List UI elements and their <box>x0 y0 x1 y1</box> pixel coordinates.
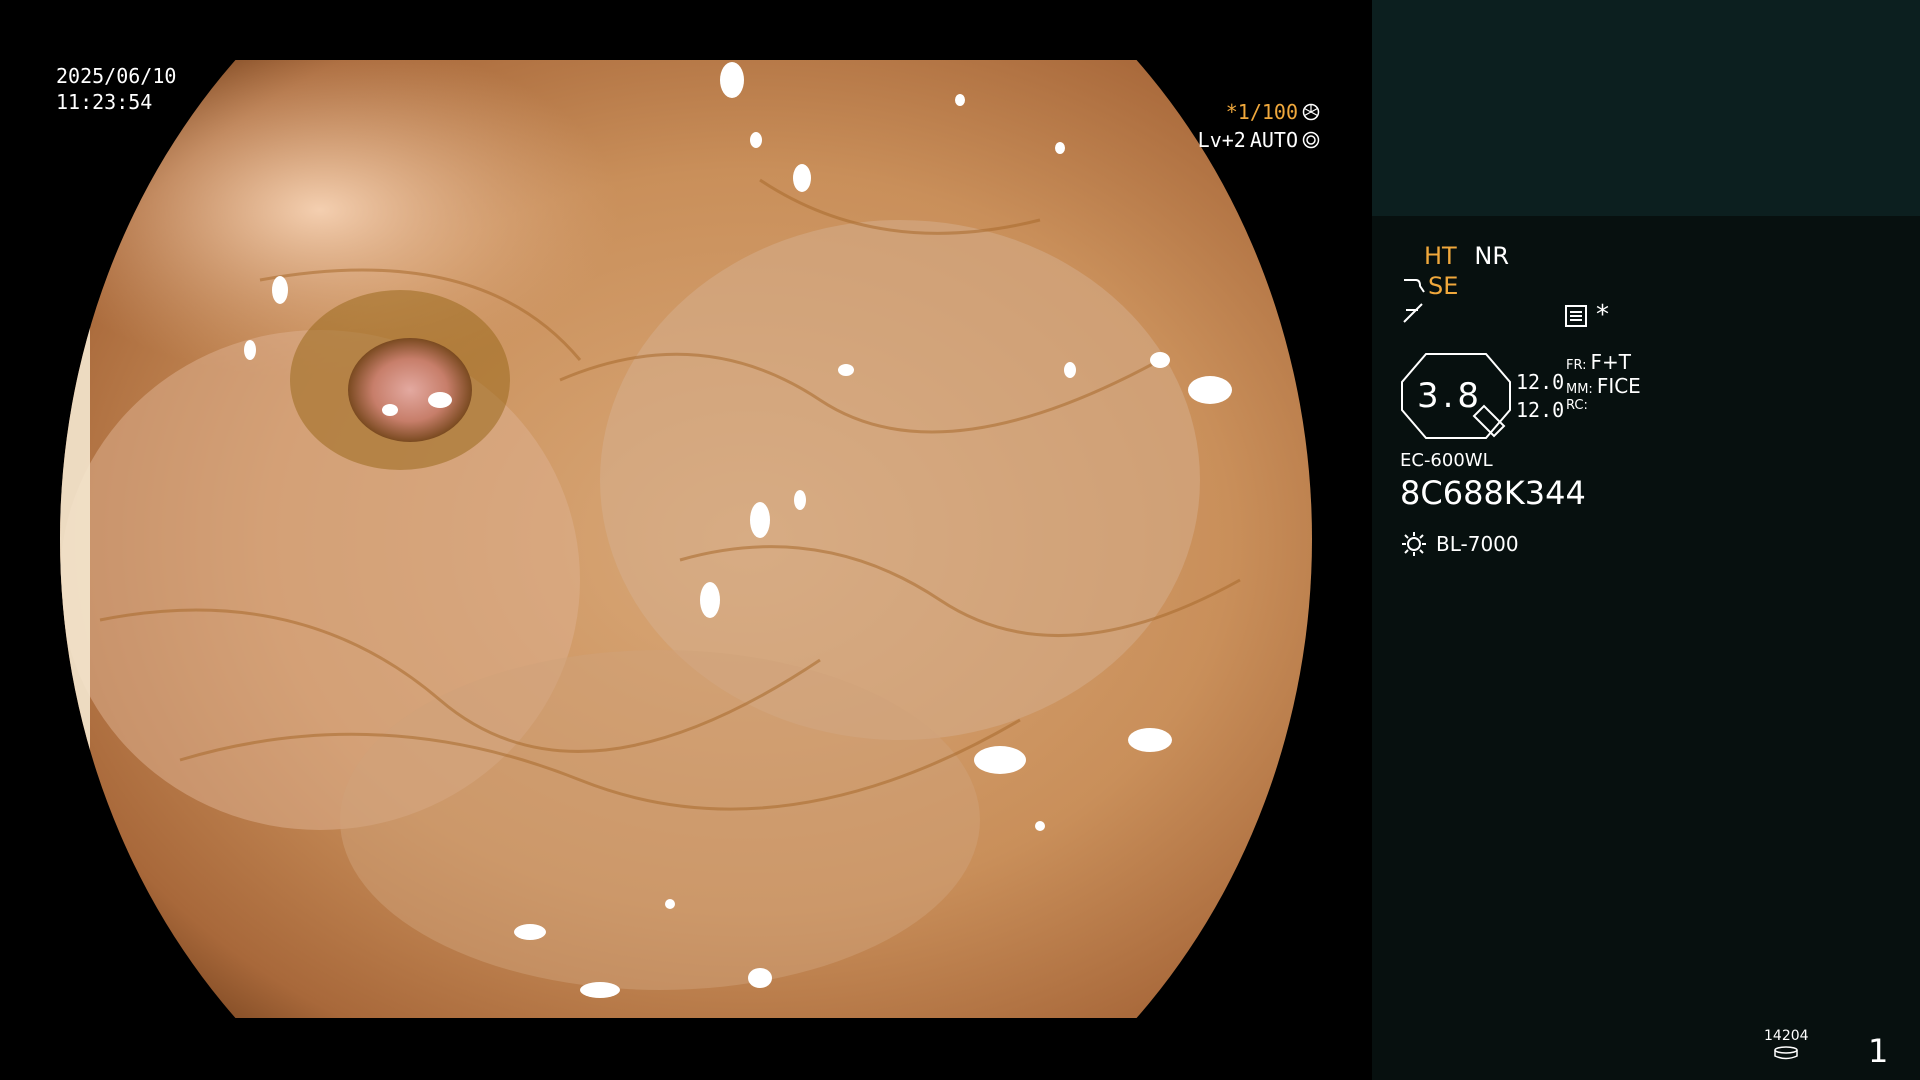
info-panel-body: HT NR SE * 3.8 12.0 12.0 FR: F+T MM: FIC… <box>1372 216 1920 1080</box>
curve-icon <box>1403 303 1423 323</box>
page-number: 1 <box>1868 1032 1889 1070</box>
aperture-icon <box>1302 103 1320 121</box>
shutter-text: *1/100 <box>1225 100 1298 124</box>
star-marker: * <box>1596 300 1609 330</box>
exposure-overlay: *1/100 Lv+2 AUTO <box>1198 98 1320 154</box>
structure-enhance-row: SE <box>1402 272 1458 300</box>
nr-label: NR <box>1474 242 1509 270</box>
datetime: 2025/06/10 11:23:54 <box>56 63 176 115</box>
settings-labels: FR: F+T MM: FICE RC: <box>1566 350 1641 422</box>
light-source-row: BL-7000 <box>1400 530 1519 558</box>
light-source-label: BL-7000 <box>1436 532 1519 556</box>
enhancement-row: HT NR <box>1424 242 1519 270</box>
zoom-level-value: 3.8 <box>1416 376 1484 416</box>
fr-value: F+T <box>1590 350 1631 374</box>
ht-label: HT <box>1424 242 1457 270</box>
endoscopic-image <box>60 60 1312 1018</box>
zoom-level-box: 3.8 <box>1400 352 1512 440</box>
iris-icon <box>1302 131 1320 149</box>
fr-line: FR: F+T <box>1566 350 1641 374</box>
mm-value: FICE <box>1596 374 1641 398</box>
sun-icon <box>1402 532 1426 556</box>
mucosa-image <box>60 60 1312 1018</box>
se-label: SE <box>1428 272 1459 300</box>
scope-serial: 8C688K344 <box>1400 474 1586 512</box>
mm-line: MM: FICE <box>1566 374 1641 398</box>
level-text: Lv+2 <box>1197 128 1246 152</box>
rc-line: RC: <box>1566 398 1641 422</box>
numeric-readout: 12.0 12.0 <box>1516 368 1564 424</box>
auto-text: AUTO <box>1249 128 1298 152</box>
monitor-settings-icon <box>1565 305 1587 327</box>
counter-value: 14204 <box>1764 1028 1809 1044</box>
time-text: 11:23:54 <box>56 90 153 114</box>
info-panel-header <box>1372 0 1920 216</box>
curve-row <box>1402 302 1424 324</box>
readout-value-2: 12.0 <box>1516 398 1565 422</box>
rc-key: RC: <box>1566 398 1588 413</box>
readout-value-1: 12.0 <box>1516 370 1565 394</box>
shutter-line: *1/100 <box>1198 98 1320 126</box>
mm-key: MM: <box>1566 382 1593 397</box>
disk-icon <box>1774 1046 1799 1060</box>
info-panel: HT NR SE * 3.8 12.0 12.0 FR: F+T MM: FIC… <box>1372 0 1920 1080</box>
endoscope-tip-icon <box>1404 279 1425 293</box>
scope-model: EC-600WL <box>1400 450 1493 471</box>
fr-key: FR: <box>1566 358 1587 373</box>
level-line: Lv+2 AUTO <box>1198 126 1320 154</box>
image-counter: 14204 <box>1764 1028 1809 1060</box>
date-text: 2025/06/10 <box>56 64 177 88</box>
endoscope-view: 2025/06/10 11:23:54 *1/100 Lv+2 AUTO <box>0 0 1372 1080</box>
